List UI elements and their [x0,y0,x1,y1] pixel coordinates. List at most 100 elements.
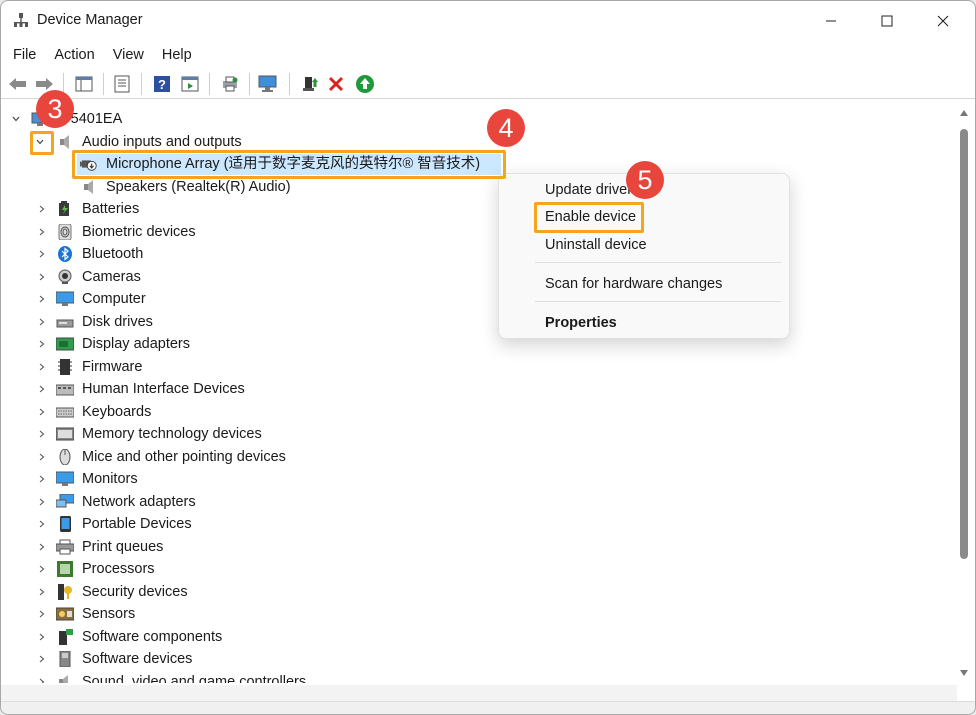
step-badge-3: 3 [36,90,74,128]
tree-item-label: Sensors [82,606,136,622]
printer-icon [56,539,74,555]
close-button[interactable] [915,1,971,41]
chevron-right-icon [39,295,45,303]
menu-item-properties[interactable]: Properties [545,315,617,331]
menu-item-uninstall-device[interactable]: Uninstall device [545,237,647,253]
properties-button[interactable] [111,73,133,95]
vertical-scrollbar[interactable] [957,105,975,683]
tree-item-label: Speakers (Realtek(R) Audio) [106,179,291,195]
menu-item-scan-hardware[interactable]: Scan for hardware changes [545,276,722,292]
menu-item-update-driver[interactable]: Update driver [545,182,632,198]
back-button[interactable] [7,73,29,95]
step-badge-5: 5 [626,161,664,199]
display-adapter-icon [56,337,74,351]
horizontal-scrollbar[interactable] [1,685,957,701]
chevron-right-icon [39,633,45,641]
tree-item-label: Sound, video and game controllers [82,674,307,683]
chevron-right-icon [39,588,45,596]
scroll-down-icon[interactable] [959,669,969,677]
title-bar: Device Manager [1,1,975,41]
highlight-enable-device [534,202,644,233]
chevron-right-icon [39,228,45,236]
chevron-right-icon [39,475,45,483]
help-button[interactable]: ? [151,73,173,95]
tree-item-portable-devices[interactable]: Portable Devices [1,513,901,535]
tree-item-sensors[interactable]: Sensors [1,603,901,625]
tree-item-software-components[interactable]: Software components [1,626,901,648]
tree-item-monitors[interactable]: Monitors [1,468,901,490]
monitor-scan-icon [258,75,277,92]
chevron-right-icon [39,250,45,258]
close-icon [937,15,949,27]
device-tree: P5401EA Audio inputs and outputs Microph… [1,105,957,683]
minimize-button[interactable] [803,1,859,41]
menu-bar: File Action View Help [1,43,200,67]
update-driver-icon [303,77,318,91]
tree-item-network-adapters[interactable]: Network adapters [1,491,901,513]
processor-icon [57,561,73,577]
chevron-right-icon [39,318,45,326]
software-device-icon [59,651,71,667]
chevron-right-icon [39,363,45,371]
chevron-right-icon [39,565,45,573]
tree-item-security-devices[interactable]: Security devices [1,581,901,603]
sensor-icon [56,607,74,621]
tree-item-sound-video-game[interactable]: Sound, video and game controllers [1,671,901,683]
show-hide-console-tree-button[interactable] [73,73,95,95]
menu-file[interactable]: File [1,43,44,67]
tree-item-processors[interactable]: Processors [1,558,901,580]
scroll-up-icon[interactable] [959,109,969,117]
vertical-scroll-thumb[interactable] [960,129,968,559]
window-title: Device Manager [37,12,143,28]
menu-divider [535,301,781,302]
enable-device-button[interactable] [354,73,376,95]
tree-item-label: Network adapters [82,494,196,510]
menu-action[interactable]: Action [44,43,102,67]
bluetooth-icon [58,246,72,262]
portable-device-icon [60,516,71,532]
speaker-icon [60,135,69,149]
tree-item-label: Keyboards [82,404,152,420]
menu-divider [535,262,781,263]
chevron-right-icon [39,610,45,618]
chevron-right-icon [39,205,45,213]
tree-root-row[interactable]: P5401EA [1,108,901,130]
svg-text:?: ? [158,77,166,92]
disk-drive-icon [56,319,74,328]
menu-help[interactable]: Help [152,43,200,67]
tree-item-memory-technology[interactable]: Memory technology devices [1,423,901,445]
update-driver-button[interactable] [299,73,321,95]
tree-item-hid[interactable]: Human Interface Devices [1,378,901,400]
highlight-expand-chevron [30,131,54,155]
chevron-down-icon[interactable] [9,108,23,130]
tree-item-mice[interactable]: Mice and other pointing devices [1,446,901,468]
scan-hardware-button[interactable] [257,73,279,95]
memory-card-icon [56,427,74,441]
tree-item-keyboards[interactable]: Keyboards [1,401,901,423]
tree-item-label: Security devices [82,584,188,600]
uninstall-x-icon [328,76,344,92]
chevron-right-icon [39,340,45,348]
tree-item-label: Processors [82,561,155,577]
menu-view[interactable]: View [103,43,152,67]
print-button[interactable] [219,73,241,95]
status-bar [1,701,975,714]
chevron-right-icon [39,520,45,528]
print-icon [223,76,238,92]
step-badge-4: 4 [487,109,525,147]
uninstall-device-button[interactable] [325,73,347,95]
tree-item-print-queues[interactable]: Print queues [1,536,901,558]
tree-item-label: Batteries [82,201,140,217]
battery-icon [59,201,69,216]
maximize-button[interactable] [859,1,915,41]
chevron-right-icon [39,678,45,683]
details-view-button[interactable] [179,73,201,95]
tree-item-label: Bluetooth [82,246,144,262]
tree-item-label: Print queues [82,539,164,555]
security-key-icon [58,584,72,600]
chevron-right-icon [39,273,45,281]
tree-item-label: Human Interface Devices [82,381,245,397]
firmware-chip-icon [58,359,72,375]
tree-item-software-devices[interactable]: Software devices [1,648,901,670]
tree-item-firmware[interactable]: Firmware [1,356,901,378]
